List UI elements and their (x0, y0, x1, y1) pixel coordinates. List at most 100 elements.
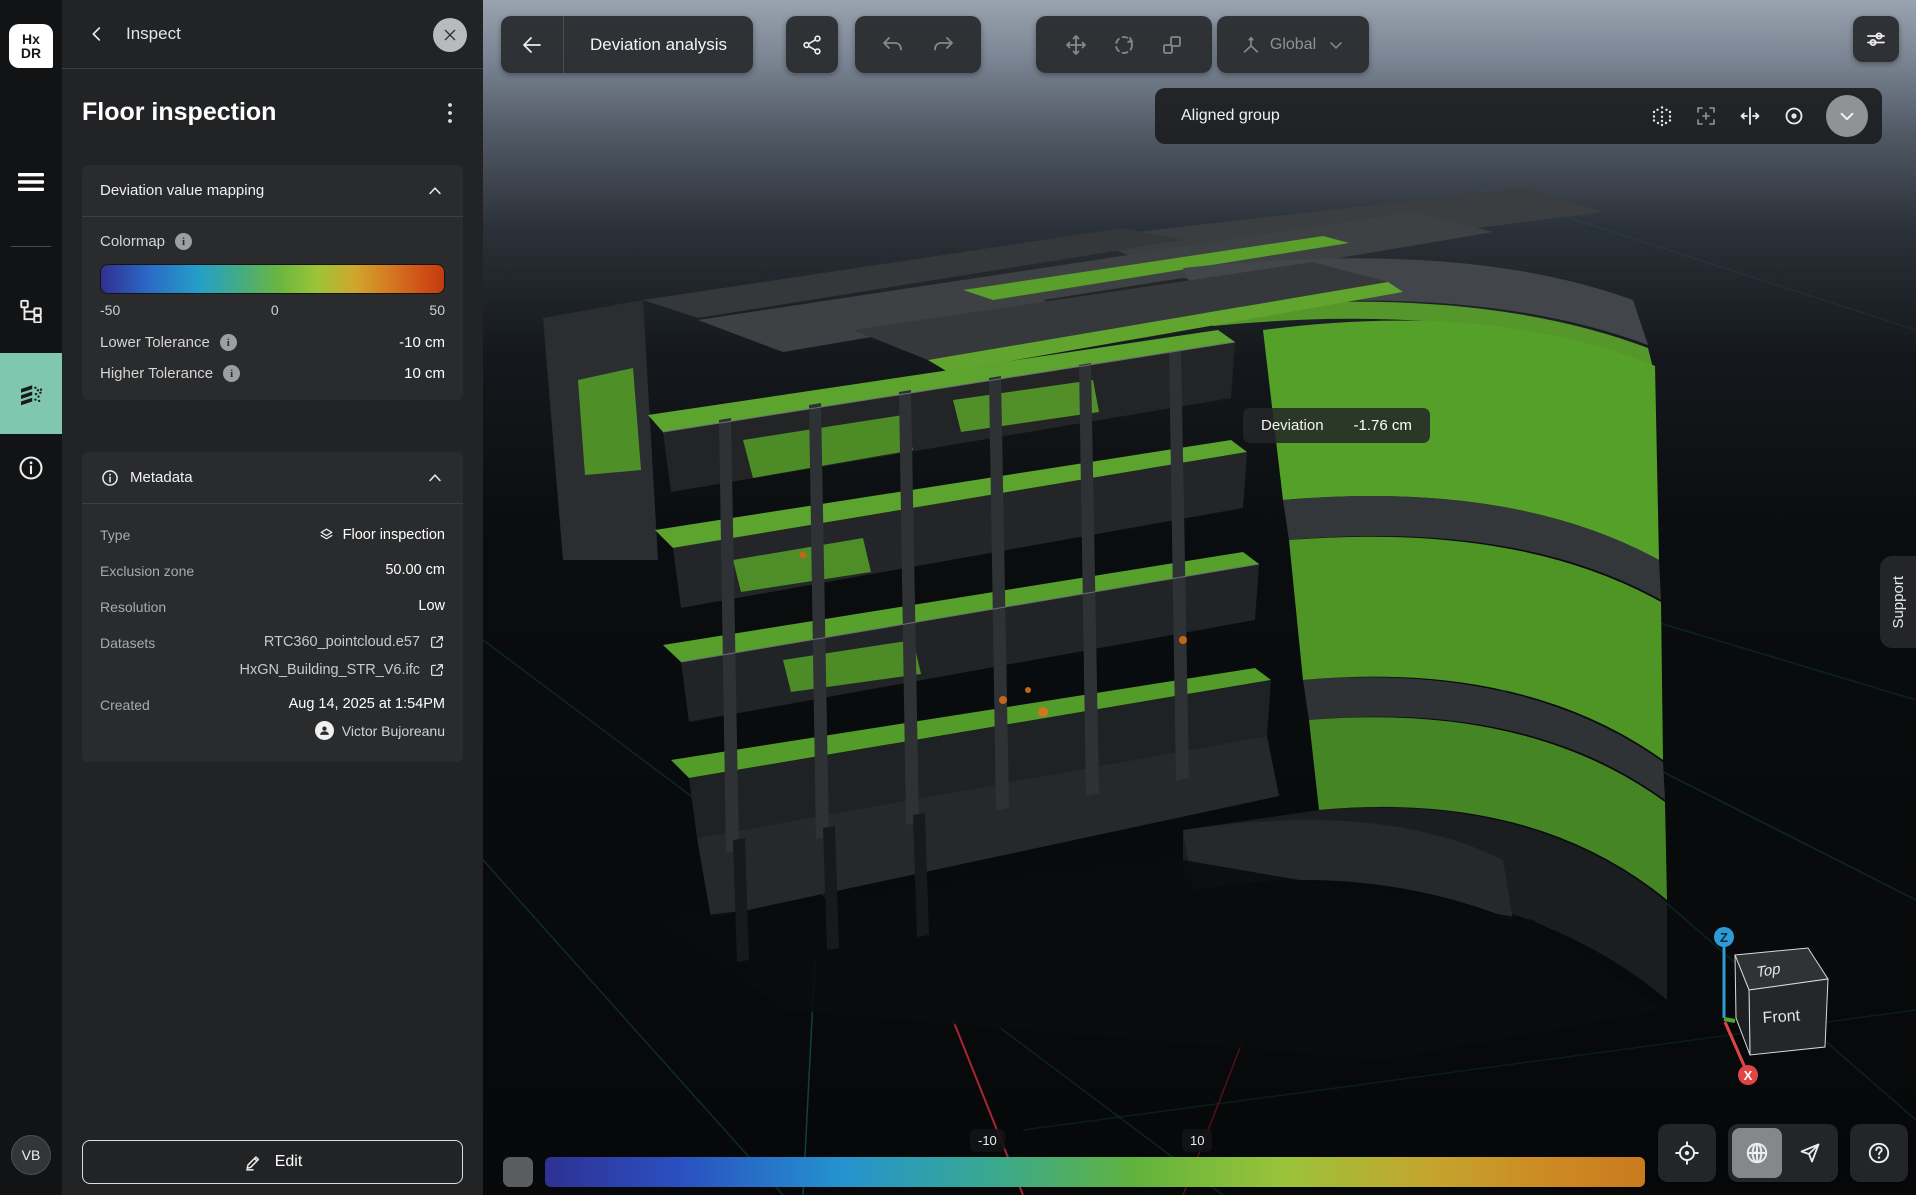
target-visibility-button[interactable] (1782, 104, 1806, 128)
deviation-mapping-card-header[interactable]: Deviation value mapping (82, 165, 463, 217)
sidebar-item-info[interactable] (0, 450, 62, 486)
more-options-button[interactable] (437, 99, 463, 127)
edit-button[interactable]: Edit (82, 1140, 463, 1184)
globe-view-button[interactable] (1732, 1128, 1782, 1178)
scale-icon (1160, 33, 1184, 57)
edit-button-label: Edit (275, 1153, 303, 1171)
type-label: Type (100, 526, 130, 543)
lower-tolerance-value: -10 cm (399, 334, 445, 351)
colormap-info-icon[interactable]: i (175, 233, 192, 250)
aligned-group-bar: Aligned group (1155, 88, 1882, 144)
app-window: Deviation analysis (0, 0, 1916, 1195)
dataset-link[interactable]: HxGN_Building_STR_V6.ifc (173, 662, 445, 678)
colormap-mid-label: 0 (271, 302, 279, 318)
transform-toolbar-group (1036, 16, 1212, 73)
navigate-button[interactable] (1782, 1124, 1838, 1182)
rotate-tool-button[interactable] (1112, 33, 1136, 57)
undo-icon (881, 33, 905, 57)
split-compare-icon (1738, 104, 1762, 128)
scale-max-badge: 10 (1182, 1129, 1212, 1152)
close-icon (442, 27, 458, 43)
inspect-panel: Inspect Floor inspection Deviation value… (62, 0, 483, 1195)
dataset-file-name: RTC360_pointcloud.e57 (264, 634, 420, 650)
exclusion-zone-value: 50.00 cm (385, 562, 445, 578)
support-tab[interactable]: Support (1880, 556, 1916, 648)
datasets-label: Datasets (100, 634, 155, 651)
panel-close-button[interactable] (433, 18, 467, 52)
share-icon (801, 34, 823, 56)
focus-selection-button[interactable] (1694, 104, 1718, 128)
metadata-card-header[interactable]: Metadata (82, 452, 463, 504)
logo-text-bottom: DR (21, 46, 41, 60)
target-icon (1782, 104, 1806, 128)
scale-toggle-button[interactable] (503, 1157, 533, 1187)
higher-tolerance-label: Higher Tolerance (100, 365, 213, 382)
page-title: Floor inspection (82, 98, 276, 127)
colormap-min-label: -50 (100, 302, 120, 318)
help-button[interactable] (1850, 1124, 1908, 1182)
coordinate-system-dropdown[interactable]: Global (1217, 16, 1369, 73)
user-avatar[interactable]: VB (11, 1135, 51, 1175)
deviation-mapping-title: Deviation value mapping (100, 182, 264, 199)
info-icon (17, 454, 45, 482)
redo-button[interactable] (931, 33, 955, 57)
chevron-left-icon (86, 23, 108, 45)
hxdr-logo[interactable]: Hx DR (9, 24, 53, 68)
created-label: Created (100, 696, 150, 713)
deviation-tooltip-value: -1.76 cm (1354, 417, 1412, 434)
chevron-down-icon (1326, 35, 1346, 55)
hamburger-menu-icon (16, 170, 46, 194)
support-tab-label: Support (1890, 576, 1907, 629)
rotate-icon (1112, 33, 1136, 57)
deviation-tooltip: Deviation -1.76 cm (1243, 408, 1430, 443)
nav-cube-front-label: Front (1762, 1007, 1801, 1027)
locate-button[interactable] (1658, 1124, 1716, 1182)
redo-icon (931, 33, 955, 57)
logo-text-top: Hx (22, 32, 40, 46)
lower-tolerance-label: Lower Tolerance (100, 334, 210, 351)
sidebar-item-hierarchy[interactable] (0, 292, 62, 328)
colormap-scale-labels: -50 0 50 (100, 302, 445, 318)
back-button[interactable] (501, 16, 563, 73)
move-icon (1064, 33, 1088, 57)
building-model-3d (543, 188, 1667, 1060)
created-by-name: Victor Bujoreanu (342, 723, 445, 739)
resolution-value: Low (418, 598, 445, 614)
exclusion-zone-label: Exclusion zone (100, 562, 194, 579)
app-rail: Hx DR (0, 0, 62, 1195)
lower-tolerance-info-icon[interactable]: i (220, 334, 237, 351)
collapse-group-button[interactable] (1826, 95, 1868, 137)
analysis-toolbar-group: Deviation analysis (501, 16, 753, 73)
rail-divider (11, 246, 51, 247)
nav-cube-z-axis-label: Z (1720, 930, 1728, 945)
panel-back-button[interactable] (82, 19, 112, 49)
viewport-3d[interactable]: Deviation analysis (483, 0, 1916, 1195)
move-tool-button[interactable] (1064, 33, 1088, 57)
info-circle-icon (100, 468, 120, 488)
colormap-gradient[interactable] (100, 264, 445, 294)
external-link-icon (429, 662, 445, 678)
help-icon (1866, 1140, 1892, 1166)
metadata-card: Metadata Type Floor inspection (82, 452, 463, 762)
dataset-link[interactable]: RTC360_pointcloud.e57 (173, 634, 445, 650)
navigation-cube[interactable]: Top Front Z X (1693, 915, 1903, 1115)
undo-button[interactable] (881, 33, 905, 57)
deviation-mapping-card: Deviation value mapping Colormap i -50 0… (82, 165, 463, 400)
main-menu-button[interactable] (0, 165, 62, 199)
deviation-scale-bar[interactable] (545, 1157, 1645, 1187)
created-by-row: Victor Bujoreanu (289, 721, 445, 740)
higher-tolerance-info-icon[interactable]: i (223, 365, 240, 382)
created-value: Aug 14, 2025 at 1:54PM (289, 696, 445, 712)
scale-tool-button[interactable] (1160, 33, 1184, 57)
send-icon (1798, 1141, 1822, 1165)
coordinate-system-label: Global (1270, 36, 1316, 54)
axis-icon (1240, 34, 1262, 56)
colormap-max-label: 50 (429, 302, 445, 318)
share-button[interactable] (786, 16, 838, 73)
focus-frame-icon (1694, 104, 1718, 128)
view-settings-button[interactable] (1853, 16, 1899, 62)
sidebar-item-inspect-active[interactable] (0, 353, 62, 434)
split-compare-button[interactable] (1738, 104, 1762, 128)
external-link-icon (429, 634, 445, 650)
point-cloud-toggle-button[interactable] (1650, 104, 1674, 128)
